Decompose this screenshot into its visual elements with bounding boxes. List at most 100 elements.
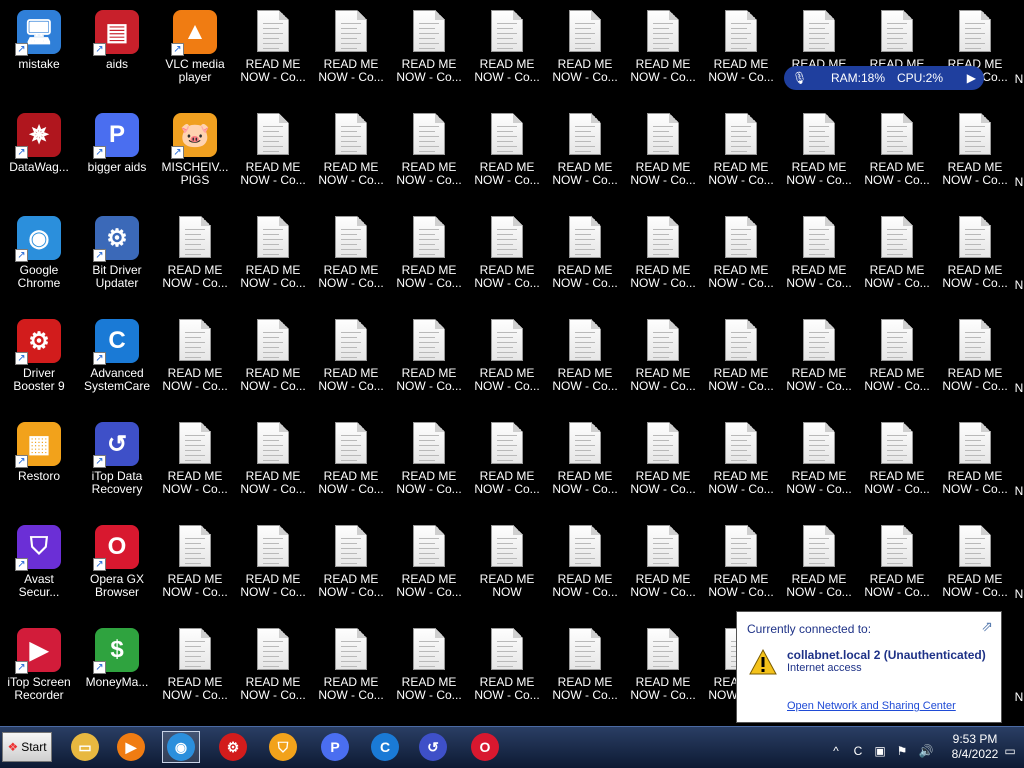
taskbar-app-button[interactable]: ◉ <box>162 731 200 763</box>
desktop-file-readme[interactable]: READ ME NOW - Co... <box>234 412 312 512</box>
desktop-file-readme[interactable]: READ ME NOW - Co... <box>858 412 936 512</box>
show-hidden-icons-icon[interactable]: ^ <box>828 743 844 759</box>
desktop-file-readme[interactable]: READ ME NOW - Co... <box>780 412 858 512</box>
desktop-file-readme[interactable]: READ ME NOW - Co... <box>546 412 624 512</box>
desktop-file-readme[interactable]: READ ME NOW - Co... <box>624 618 702 718</box>
desktop-file-readme[interactable]: READ ME NOW - Co... <box>312 103 390 203</box>
desktop-file-readme[interactable]: READ ME NOW - Co... <box>390 309 468 409</box>
taskbar-app-button[interactable]: ⛉ <box>264 731 302 763</box>
desktop-file-readme[interactable]: READ ME NOW - Co... <box>468 0 546 100</box>
desktop-file-readme[interactable]: READ ME NOW - Co... <box>468 206 546 306</box>
desktop-file-readme[interactable]: READ ME NOW - Co... <box>468 618 546 718</box>
desktop-file-readme[interactable]: READ ME NOW - Co... <box>234 309 312 409</box>
desktop-app-shortcut[interactable]: ⚙ ↗ Bit Driver Updater <box>78 206 156 306</box>
desktop-file-readme[interactable]: READ ME NOW - Co... <box>702 515 780 615</box>
desktop-file-readme[interactable]: READ ME NOW <box>468 515 546 615</box>
desktop-file-readme[interactable]: READ ME NOW - Co... <box>156 309 234 409</box>
desktop-file-readme[interactable]: READ ME NOW - Co... <box>234 618 312 718</box>
desktop-file-readme[interactable]: READ ME NOW - Co... <box>390 412 468 512</box>
desktop-app-shortcut[interactable]: ▦ ↗ Restoro <box>0 412 78 512</box>
desktop-app-shortcut[interactable]: ⚙ ↗ Driver Booster 9 <box>0 309 78 409</box>
desktop-file-readme[interactable]: READ ME NOW - Co... <box>390 206 468 306</box>
desktop-file-readme[interactable]: READ ME NOW - Co... <box>702 309 780 409</box>
desktop-file-partial[interactable]: N <box>1014 515 1024 615</box>
desktop-file-partial[interactable]: N <box>1014 103 1024 203</box>
pin-icon[interactable]: ⇗ <box>981 618 993 635</box>
desktop-app-shortcut[interactable]: ▲ ↗ VLC media player <box>156 0 234 100</box>
desktop-file-readme[interactable]: READ ME NOW - Co... <box>624 515 702 615</box>
desktop-file-readme[interactable]: READ ME NOW - Co... <box>936 206 1014 306</box>
desktop-file-readme[interactable]: READ ME NOW - Co... <box>468 412 546 512</box>
start-button[interactable]: ❖ Start <box>2 732 52 762</box>
desktop-file-readme[interactable]: READ ME NOW - Co... <box>936 309 1014 409</box>
desktop-file-readme[interactable]: READ ME NOW - Co... <box>546 618 624 718</box>
performance-widget[interactable]: 🎙 RAM:18% CPU:2% ▶ <box>784 66 984 90</box>
desktop-file-partial[interactable]: N <box>1014 0 1024 100</box>
desktop-file-readme[interactable]: READ ME NOW - Co... <box>624 412 702 512</box>
desktop-app-shortcut[interactable]: ◉ ↗ Google Chrome <box>0 206 78 306</box>
network-tray-icon[interactable]: ▣ <box>872 743 888 759</box>
desktop-app-shortcut[interactable]: 🐷 ↗ MISCHEIV... PIGS <box>156 103 234 203</box>
desktop-app-shortcut[interactable]: ✵ ↗ DataWag... <box>0 103 78 203</box>
desktop-file-readme[interactable]: READ ME NOW - Co... <box>234 515 312 615</box>
desktop-file-readme[interactable]: READ ME NOW - Co... <box>546 515 624 615</box>
desktop-file-readme[interactable]: READ ME NOW - Co... <box>936 412 1014 512</box>
desktop-file-readme[interactable]: READ ME NOW - Co... <box>780 103 858 203</box>
desktop-file-readme[interactable]: READ ME NOW - Co... <box>702 0 780 100</box>
desktop-file-readme[interactable]: READ ME NOW - Co... <box>702 412 780 512</box>
desktop-file-readme[interactable]: READ ME NOW - Co... <box>468 309 546 409</box>
desktop-file-readme[interactable]: READ ME NOW - Co... <box>702 103 780 203</box>
desktop-file-readme[interactable]: READ ME NOW - Co... <box>624 103 702 203</box>
desktop-file-readme[interactable]: READ ME NOW - Co... <box>546 0 624 100</box>
systemcare-tray-icon[interactable]: C <box>850 743 866 759</box>
desktop-file-readme[interactable]: READ ME NOW - Co... <box>312 206 390 306</box>
desktop-file-readme[interactable]: READ ME NOW - Co... <box>624 0 702 100</box>
desktop-file-readme[interactable]: READ ME NOW - Co... <box>312 309 390 409</box>
desktop-file-readme[interactable]: READ ME NOW - Co... <box>390 0 468 100</box>
desktop-file-readme[interactable]: READ ME NOW - Co... <box>702 206 780 306</box>
desktop-file-readme[interactable]: READ ME NOW - Co... <box>156 515 234 615</box>
volume-icon[interactable]: 🔊 <box>918 743 934 759</box>
desktop-file-readme[interactable]: READ ME NOW - Co... <box>390 515 468 615</box>
desktop-app-shortcut[interactable]: O ↗ Opera GX Browser <box>78 515 156 615</box>
desktop-file-readme[interactable]: READ ME NOW - Co... <box>546 206 624 306</box>
desktop-file-readme[interactable]: READ ME NOW - Co... <box>936 515 1014 615</box>
desktop-file-readme[interactable]: READ ME NOW - Co... <box>390 618 468 718</box>
desktop-file-readme[interactable]: READ ME NOW - Co... <box>624 309 702 409</box>
desktop-file-readme[interactable]: READ ME NOW - Co... <box>156 206 234 306</box>
taskbar-app-button[interactable]: ↺ <box>414 731 452 763</box>
desktop-file-readme[interactable]: READ ME NOW - Co... <box>312 0 390 100</box>
action-center-flag-icon[interactable]: ⚑ <box>894 743 910 759</box>
desktop-file-readme[interactable]: READ ME NOW - Co... <box>234 0 312 100</box>
desktop-file-readme[interactable]: READ ME NOW - Co... <box>156 412 234 512</box>
taskbar-app-button[interactable]: C <box>366 731 404 763</box>
desktop-file-readme[interactable]: READ ME NOW - Co... <box>624 206 702 306</box>
clock[interactable]: 9:53 PM 8/4/2022 <box>944 732 1006 762</box>
taskbar-app-button[interactable]: ⚙ <box>214 731 252 763</box>
desktop-file-readme[interactable]: READ ME NOW - Co... <box>858 103 936 203</box>
desktop-file-readme[interactable]: READ ME NOW - Co... <box>468 103 546 203</box>
desktop-app-shortcut[interactable]: P ↗ bigger aids <box>78 103 156 203</box>
desktop-file-readme[interactable]: READ ME NOW - Co... <box>312 618 390 718</box>
desktop-file-partial[interactable]: N <box>1014 309 1024 409</box>
desktop-file-readme[interactable]: READ ME NOW - Co... <box>780 515 858 615</box>
desktop-app-shortcut[interactable]: ▶ ↗ iTop Screen Recorder <box>0 618 78 718</box>
taskbar-app-button[interactable]: ▶ <box>112 731 150 763</box>
desktop-app-shortcut[interactable]: C ↗ Advanced SystemCare <box>78 309 156 409</box>
open-network-sharing-center-link[interactable]: Open Network and Sharing Center <box>787 700 956 712</box>
desktop-file-readme[interactable]: READ ME NOW - Co... <box>156 618 234 718</box>
desktop-file-readme[interactable]: READ ME NOW - Co... <box>780 206 858 306</box>
desktop-file-readme[interactable]: READ ME NOW - Co... <box>546 103 624 203</box>
taskbar-app-button[interactable]: P <box>316 731 354 763</box>
desktop-app-shortcut[interactable]: $ ↗ MoneyMa... <box>78 618 156 718</box>
taskbar-app-button[interactable]: O <box>466 731 504 763</box>
desktop-app-shortcut[interactable]: ↺ ↗ iTop Data Recovery <box>78 412 156 512</box>
desktop-file-readme[interactable]: READ ME NOW - Co... <box>390 103 468 203</box>
desktop-app-shortcut[interactable]: ⛉ ↗ Avast Secur... <box>0 515 78 615</box>
taskbar-app-button[interactable]: ▭ <box>66 731 104 763</box>
desktop-file-readme[interactable]: READ ME NOW - Co... <box>858 206 936 306</box>
desktop-file-partial[interactable]: N <box>1014 412 1024 512</box>
desktop-file-partial[interactable]: N <box>1014 618 1024 718</box>
desktop-file-readme[interactable]: READ ME NOW - Co... <box>234 206 312 306</box>
desktop-app-shortcut[interactable]: 🖥 ↗ mistake <box>0 0 78 100</box>
